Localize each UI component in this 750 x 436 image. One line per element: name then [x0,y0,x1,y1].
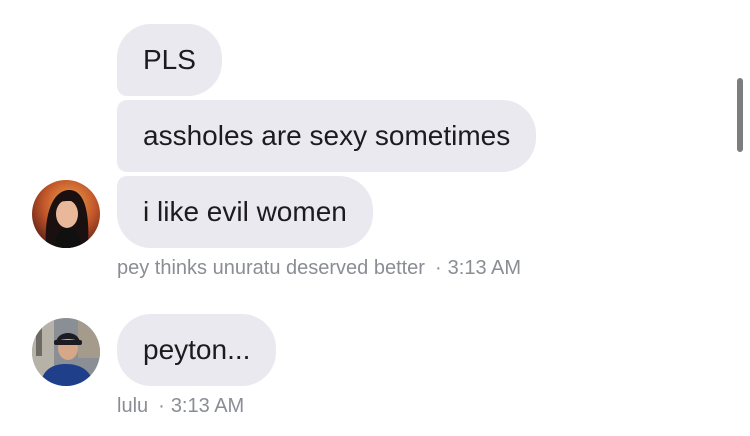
message-meta: pey thinks unuratu deserved better · 3:13 … [117,257,521,280]
message-bubble[interactable]: assholes are sexy sometimes [117,100,537,172]
meta-separator: · [434,257,442,279]
timestamp: 3:13 AM [447,257,522,279]
avatar-dark-hair-woman[interactable] [32,180,100,248]
message-thread: PLS assholes are sexy sometimes i like e… [0,0,750,436]
avatar-image [32,180,100,248]
message-bubble[interactable]: PLS [117,24,222,96]
scrollbar[interactable] [737,78,743,152]
avatar-man-cap[interactable] [32,318,100,386]
meta-separator: · [158,395,165,417]
sender-name: lulu [117,395,149,417]
message-bubble[interactable]: i like evil women [117,176,373,248]
message-meta: lulu · 3:13 AM [117,395,244,418]
message-bubble[interactable]: peyton... [117,314,277,386]
avatar-image [32,318,100,386]
timestamp: 3:13 AM [170,395,245,417]
sender-name: pey thinks unuratu deserved better [117,257,425,279]
